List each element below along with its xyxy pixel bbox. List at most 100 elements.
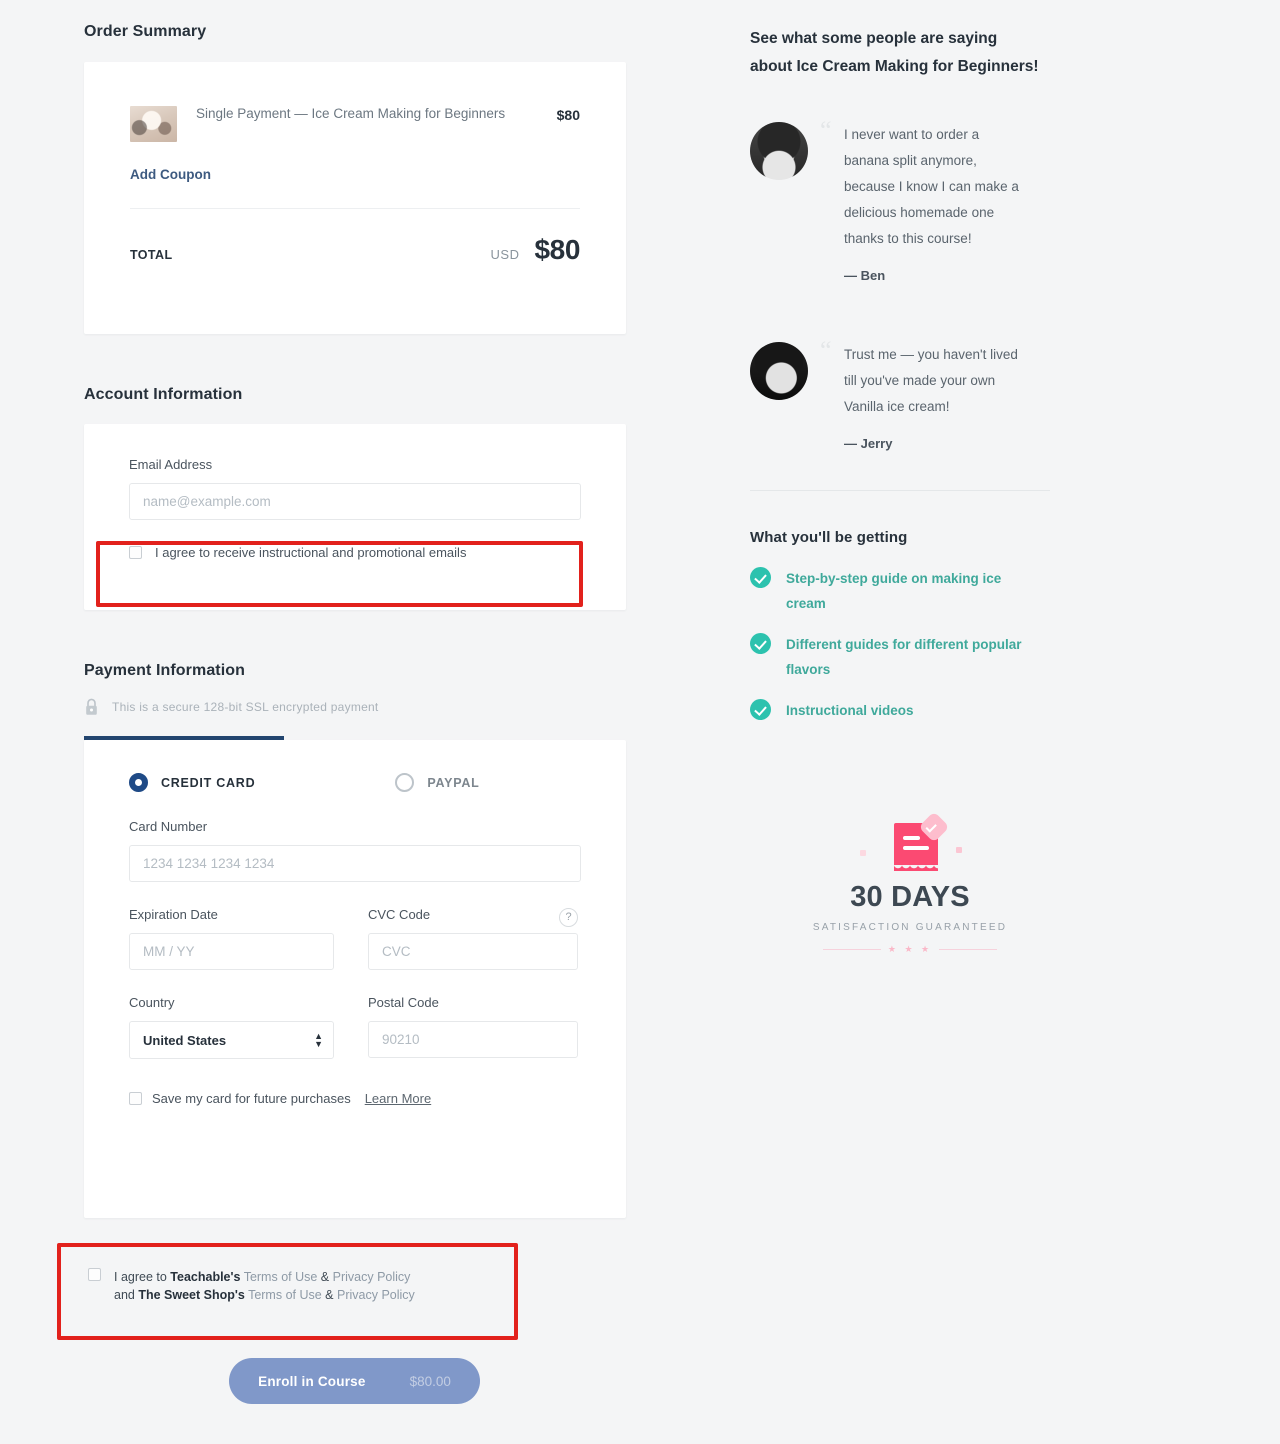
account-information-card: Email Address I agree to receive instruc… [84,424,626,610]
email-optin-label: I agree to receive instructional and pro… [155,545,467,560]
school-privacy-link[interactable]: Privacy Policy [337,1288,415,1302]
payment-method-selector: CREDIT CARD PAYPAL [84,740,626,792]
decorative-rule [939,949,998,950]
guarantee-receipt-icon [810,811,1010,877]
terms-amp-2: & [321,1288,337,1302]
testimonial-quote: Trust me — you haven't lived till you've… [844,347,1018,414]
enroll-in-course-button[interactable]: Enroll in Course $80.00 [229,1358,480,1404]
paypal-radio[interactable] [395,773,415,792]
check-circle-icon [750,567,771,588]
decorative-rule [822,949,881,950]
terms-agreement-checkbox[interactable] [88,1268,101,1281]
postal-field: Postal Code [368,995,578,1059]
check-circle-icon [750,633,771,654]
testimonial-item: “ Trust me — you haven't lived till you'… [750,338,1022,452]
country-label: Country [129,995,175,1010]
cvc-help-icon[interactable]: ? [559,907,578,927]
testimonials-heading: See what some people are saying about Ic… [750,30,1039,75]
guarantee-decoration: ★ ★ ★ [810,944,1010,955]
save-card-row: Save my card for future purchases Learn … [129,1091,581,1106]
country-select-wrap: United States ▲ ▼ [129,1021,334,1059]
quote-icon: “ [820,336,832,365]
total-label: TOTAL [130,248,173,262]
country-select[interactable]: United States [129,1021,334,1059]
total-currency: USD [490,247,520,262]
add-coupon-link[interactable]: Add Coupon [130,167,211,182]
ssl-notice-row: This is a secure 128-bit SSL encrypted p… [84,698,379,716]
postal-input[interactable] [368,1021,578,1058]
order-summary-card: Single Payment — Ice Cream Making for Be… [84,62,626,334]
benefits-list: Step-by-step guide on making ice cream D… [750,566,1050,739]
terms-amp-1: & [317,1270,333,1284]
cvc-input[interactable] [368,933,578,970]
terms-brand-school: The Sweet Shop's [138,1288,245,1302]
save-card-checkbox[interactable] [129,1092,142,1105]
account-information-heading: Account Information [84,386,243,403]
postal-label: Postal Code [368,995,439,1010]
teachable-privacy-link[interactable]: Privacy Policy [333,1270,411,1284]
card-number-label: Card Number [129,819,208,834]
terms-line1-prefix: I agree to [114,1270,171,1284]
email-optin-checkbox[interactable] [129,546,142,559]
testimonial-item: “ I never want to order a banana split a… [750,118,1022,284]
payment-information-heading: Payment Information [84,662,246,679]
list-item: Step-by-step guide on making ice cream [750,566,1050,616]
guarantee-badge: 30 DAYS SATISFACTION GUARANTEED ★ ★ ★ [810,811,1010,955]
receipt-line [903,836,920,840]
credit-card-label: CREDIT CARD [161,775,256,790]
sidebar-divider [750,490,1050,491]
lock-icon [86,698,97,715]
terms-agreement-row[interactable]: I agree to Teachable's Terms of Use & Pr… [88,1268,508,1304]
terms-agreement-text: I agree to Teachable's Terms of Use & Pr… [114,1268,415,1304]
payment-method-credit-card[interactable]: CREDIT CARD [129,773,255,792]
payment-method-paypal[interactable]: PAYPAL [395,773,479,792]
decorative-dot [956,847,962,853]
testimonial-quote: I never want to order a banana split any… [844,127,1019,246]
expiration-field: Expiration Date [129,907,334,970]
testimonial-body: “ Trust me — you haven't lived till you'… [820,338,1022,452]
email-optin-row[interactable]: I agree to receive instructional and pro… [84,545,626,560]
terms-line2-prefix: and [114,1288,139,1302]
testimonial-author: — Ben [844,268,886,283]
course-thumbnail-image [130,106,177,142]
avatar [750,342,808,400]
order-total-row: TOTAL USD $80 [84,209,626,266]
benefits-heading: What you'll be getting [750,529,908,546]
list-item: Different guides for different popular f… [750,632,1050,682]
benefit-label: Different guides for different popular f… [786,637,1022,677]
enroll-button-price: $80.00 [409,1373,451,1389]
teachable-terms-link[interactable]: Terms of Use [244,1270,318,1284]
coupon-row: Add Coupon [84,142,626,184]
cvc-label: CVC Code [368,907,431,922]
enroll-button-label: Enroll in Course [258,1373,366,1389]
credit-card-radio[interactable] [129,773,148,792]
decorative-dot [860,850,866,856]
active-tab-indicator [84,736,284,740]
expiration-input[interactable] [129,933,334,970]
order-item-name: Single Payment — Ice Cream Making for Be… [196,106,506,121]
country-field: Country United States ▲ ▼ [129,995,334,1059]
benefit-label: Step-by-step guide on making ice cream [786,571,1002,611]
stars-icon: ★ ★ ★ [887,944,933,954]
list-item: Instructional videos [750,698,1050,723]
email-input[interactable] [129,483,581,520]
card-number-input[interactable] [129,845,581,882]
payment-card: CREDIT CARD PAYPAL Card Number Expiratio… [84,736,626,1218]
order-summary-heading: Order Summary [84,23,207,40]
card-number-field: Card Number [129,819,581,882]
testimonial-body: “ I never want to order a banana split a… [820,118,1022,284]
email-label: Email Address [129,457,213,472]
cvc-label-row: CVC Code ? [368,907,578,933]
ssl-notice-text: This is a secure 128-bit SSL encrypted p… [112,700,379,714]
school-terms-link[interactable]: Terms of Use [248,1288,322,1302]
receipt-line [903,846,929,850]
learn-more-link[interactable]: Learn More [365,1091,431,1106]
guarantee-title: 30 DAYS [850,881,970,913]
benefit-label: Instructional videos [786,703,914,718]
check-circle-icon [750,699,771,720]
guarantee-subtitle: SATISFACTION GUARANTEED [812,922,1008,933]
total-amount: $80 [534,234,580,265]
expiration-label: Expiration Date [129,907,218,922]
testimonial-author: — Jerry [844,436,893,451]
quote-icon: “ [820,116,832,145]
